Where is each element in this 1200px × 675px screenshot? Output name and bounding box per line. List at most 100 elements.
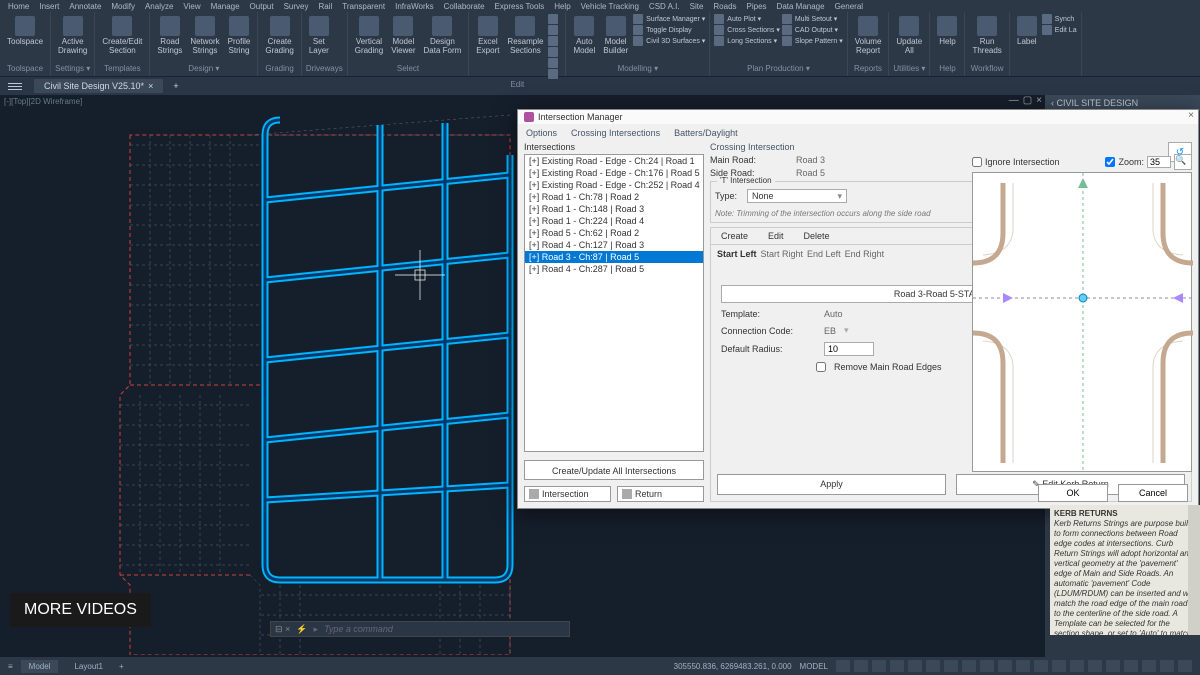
more-videos-overlay[interactable]: MORE VIDEOS xyxy=(10,593,151,627)
menu-help[interactable]: Help xyxy=(554,2,570,11)
list-item[interactable]: [+] Road 1 - Ch:78 | Road 2 xyxy=(525,191,703,203)
ribbon-button[interactable]: Create/EditSection xyxy=(99,14,145,58)
ribbon-small-item[interactable]: Auto Plot ▾ xyxy=(714,14,780,24)
dialog-tab[interactable]: Crossing Intersections xyxy=(571,128,660,138)
menu-csd-a.i.[interactable]: CSD A.I. xyxy=(649,2,680,11)
menu-roads[interactable]: Roads xyxy=(713,2,736,11)
ok-button[interactable]: OK xyxy=(1038,484,1108,502)
scrollbar[interactable] xyxy=(1188,505,1200,635)
ribbon-button[interactable]: VolumeReport xyxy=(852,14,885,58)
ribbon-button[interactable]: Help xyxy=(934,14,960,49)
zoom-input[interactable] xyxy=(1147,156,1171,168)
status-icon[interactable] xyxy=(998,660,1012,672)
ribbon-button[interactable]: ProfileString xyxy=(225,14,254,58)
remove-edges-checkbox[interactable] xyxy=(816,362,826,372)
intersection-tab[interactable]: Intersection xyxy=(524,486,611,502)
ribbon-button[interactable]: Label xyxy=(1014,14,1040,49)
create-all-button[interactable]: Create/Update All Intersections xyxy=(524,460,704,480)
close-icon[interactable]: × xyxy=(1188,110,1194,121)
create-tab[interactable]: Delete xyxy=(794,228,840,244)
zoom-checkbox[interactable] xyxy=(1105,157,1115,167)
menu-general[interactable]: General xyxy=(835,2,863,11)
ribbon-button[interactable]: CreateGrading xyxy=(262,14,296,58)
menu-data-manage[interactable]: Data Manage xyxy=(777,2,825,11)
list-item[interactable]: [+] Existing Road - Edge - Ch:176 | Road… xyxy=(525,167,703,179)
menu-icon[interactable]: ≡ xyxy=(8,662,13,671)
status-icon[interactable] xyxy=(890,660,904,672)
list-item[interactable]: [+] Existing Road - Edge - Ch:24 | Road … xyxy=(525,155,703,167)
new-tab-button[interactable]: + xyxy=(167,79,184,93)
menu-collaborate[interactable]: Collaborate xyxy=(444,2,485,11)
ribbon-small-item[interactable] xyxy=(548,36,561,46)
ribbon-button[interactable]: RoadStrings xyxy=(154,14,185,58)
ribbon-small-item[interactable]: Long Sections ▾ xyxy=(714,36,780,46)
menu-insert[interactable]: Insert xyxy=(39,2,59,11)
ribbon-button[interactable]: NetworkStrings xyxy=(187,14,222,58)
cancel-button[interactable]: Cancel xyxy=(1118,484,1188,502)
ribbon-small-item[interactable]: Synch xyxy=(1042,14,1077,24)
status-icon[interactable] xyxy=(1016,660,1030,672)
ribbon-button[interactable]: DesignData Form xyxy=(421,14,465,58)
status-icon[interactable] xyxy=(1160,660,1174,672)
status-icon[interactable] xyxy=(1034,660,1048,672)
zoom-button[interactable]: 🔍 xyxy=(1174,154,1192,170)
ribbon-small-item[interactable] xyxy=(548,58,561,68)
status-icon[interactable] xyxy=(1124,660,1138,672)
maximize-icon[interactable]: ▢ xyxy=(1023,95,1032,106)
status-icon[interactable] xyxy=(980,660,994,672)
status-icon[interactable] xyxy=(1052,660,1066,672)
start-tab[interactable]: Start Right xyxy=(761,249,804,259)
status-icon[interactable] xyxy=(1070,660,1084,672)
ribbon-button[interactable]: RunThreads xyxy=(969,14,1004,58)
ribbon-small-item[interactable]: Edit La xyxy=(1042,25,1077,35)
intersection-list[interactable]: [+] Existing Road - Edge - Ch:24 | Road … xyxy=(524,154,704,452)
menu-modify[interactable]: Modify xyxy=(111,2,135,11)
create-tab[interactable]: Create xyxy=(711,228,758,244)
ribbon-small-item[interactable]: CAD Output ▾ xyxy=(782,25,843,35)
list-item[interactable]: [+] Road 4 - Ch:127 | Road 3 xyxy=(525,239,703,251)
template-value[interactable]: Auto xyxy=(824,309,843,319)
type-select[interactable]: None xyxy=(747,189,847,203)
ribbon-button[interactable]: SetLayer xyxy=(306,14,332,58)
close-cmd-icon[interactable]: ⊟ × xyxy=(275,624,290,635)
ribbon-button[interactable]: ActiveDrawing xyxy=(55,14,90,58)
ignore-checkbox[interactable] xyxy=(972,157,982,167)
list-item[interactable]: [+] Existing Road - Edge - Ch:252 | Road… xyxy=(525,179,703,191)
menu-manage[interactable]: Manage xyxy=(211,2,240,11)
start-tab[interactable]: End Left xyxy=(807,249,841,259)
apply-button[interactable]: Apply xyxy=(717,474,946,495)
radius-input[interactable] xyxy=(824,342,874,356)
start-tab[interactable]: Start Left xyxy=(717,249,757,259)
menu-express-tools[interactable]: Express Tools xyxy=(495,2,545,11)
ribbon-button[interactable]: ExcelExport xyxy=(473,14,502,58)
ribbon-small-item[interactable] xyxy=(548,25,561,35)
menu-site[interactable]: Site xyxy=(690,2,704,11)
status-icon[interactable] xyxy=(908,660,922,672)
ribbon-button[interactable]: VerticalGrading xyxy=(352,14,386,58)
return-tab[interactable]: Return xyxy=(617,486,704,502)
menu-view[interactable]: View xyxy=(183,2,200,11)
list-item[interactable]: [+] Road 1 - Ch:224 | Road 4 xyxy=(525,215,703,227)
menu-home[interactable]: Home xyxy=(8,2,29,11)
close-icon[interactable]: × xyxy=(148,81,153,91)
ribbon-button[interactable]: AutoModel xyxy=(570,14,598,58)
ribbon-small-item[interactable]: Civil 3D Surfaces ▾ xyxy=(633,36,705,46)
menu-transparent[interactable]: Transparent xyxy=(342,2,385,11)
status-icon[interactable] xyxy=(962,660,976,672)
ribbon-button[interactable]: ResampleSections xyxy=(504,14,546,58)
ribbon-small-item[interactable]: Toggle Display xyxy=(633,25,705,35)
status-icon[interactable] xyxy=(854,660,868,672)
status-icon[interactable] xyxy=(926,660,940,672)
start-tab[interactable]: End Right xyxy=(845,249,885,259)
dialog-tab[interactable]: Batters/Daylight xyxy=(674,128,738,138)
dialog-tab[interactable]: Options xyxy=(526,128,557,138)
menu-analyze[interactable]: Analyze xyxy=(145,2,173,11)
menu-rail[interactable]: Rail xyxy=(318,2,332,11)
ribbon-small-item[interactable] xyxy=(548,47,561,57)
status-icon[interactable] xyxy=(836,660,850,672)
menu-survey[interactable]: Survey xyxy=(284,2,309,11)
list-item[interactable]: [+] Road 1 - Ch:148 | Road 3 xyxy=(525,203,703,215)
ribbon-small-item[interactable]: Surface Manager ▾ xyxy=(633,14,705,24)
command-line[interactable]: ⊟ × ⚡ ▸ Type a command xyxy=(270,621,570,637)
status-icon[interactable] xyxy=(1106,660,1120,672)
